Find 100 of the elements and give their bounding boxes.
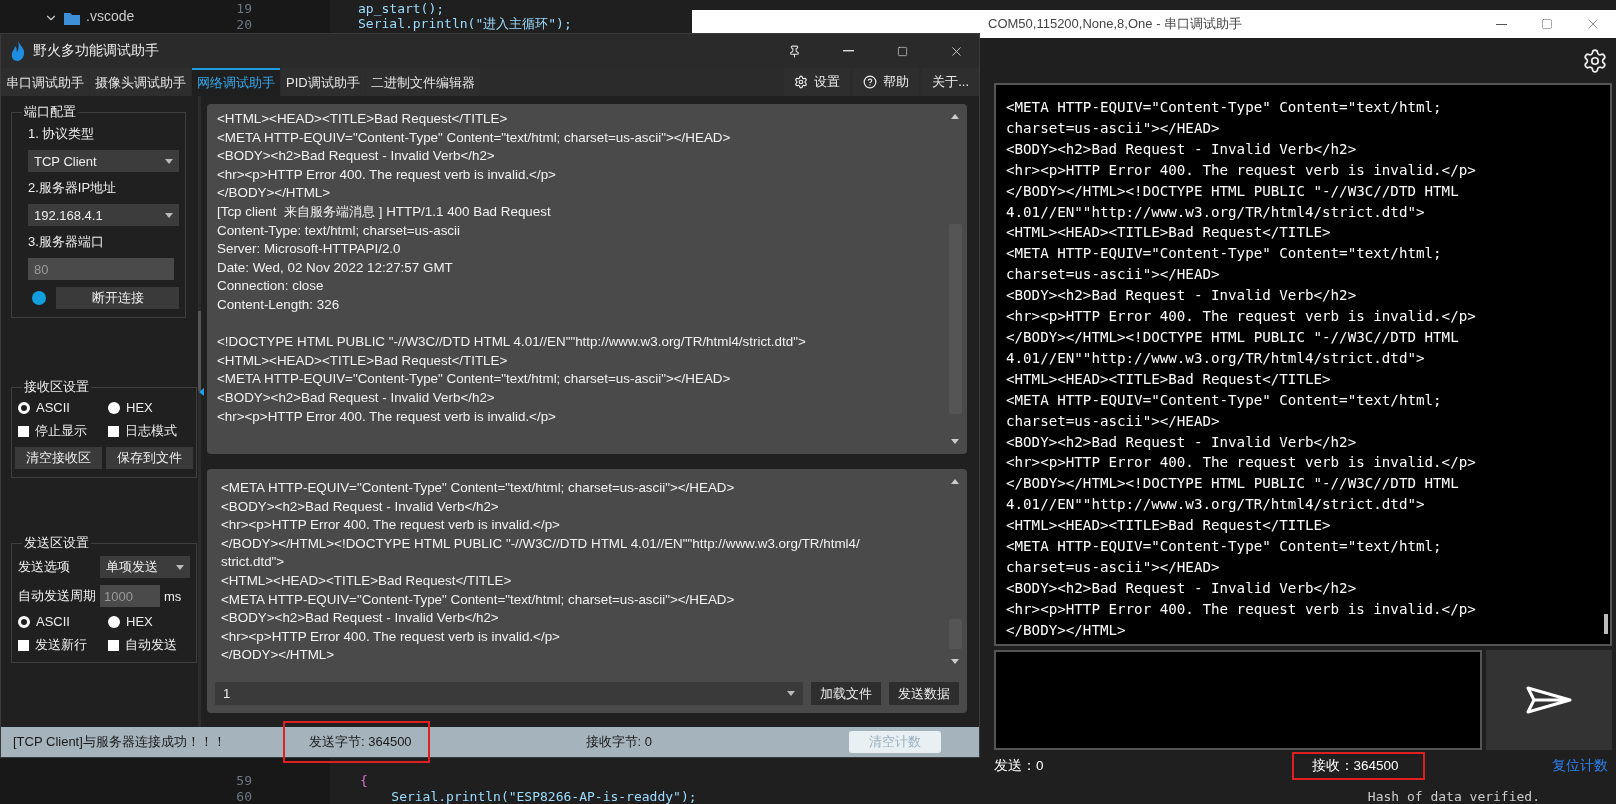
radio-button[interactable] (18, 401, 30, 414)
flame-icon (11, 41, 25, 61)
received-line: charset=us-ascii"></HEAD> (1006, 118, 1221, 138)
sent-bytes: 发送字节: 364500 (283, 721, 430, 763)
received-line: <BODY><h2>Bad Request - Invalid Verb</h2> (217, 388, 496, 407)
option-label: 日志模式 (125, 422, 177, 440)
help-icon (863, 75, 878, 89)
group-title: 端口配置 (23, 103, 77, 121)
received-line: 4.01//EN""http://www.w3.org/TR/html4/strict.dtd"> (1006, 202, 1426, 222)
radio-button[interactable] (18, 615, 30, 628)
received-line: charset=us-ascii"></HEAD> (1006, 265, 1221, 285)
send-history-dropdown[interactable]: 1 (215, 682, 803, 705)
code-line: Serial.println("进入主循环"); (358, 16, 572, 33)
received-line: <hr><p>HTTP Error 400. The request verb is invalid.</p> (217, 407, 557, 426)
received-line: </BODY></HTML> (217, 184, 332, 203)
line-number: 19 (235, 0, 253, 16)
radio-button[interactable] (108, 615, 120, 628)
send-text-line: <hr><p>HTTP Error 400. The request verb is invalid.</p> (220, 627, 561, 646)
caret-icon (165, 158, 173, 164)
field-label: 发送选项 (18, 558, 70, 576)
checkbox[interactable] (18, 639, 29, 651)
scroll-down-icon[interactable] (951, 439, 959, 444)
option-label: HEX (126, 400, 153, 415)
send-action-button[interactable]: 发送数据 (889, 682, 959, 705)
protocol-dropdown[interactable]: TCP Client (28, 150, 179, 172)
scrollbar-thumb[interactable] (198, 311, 201, 391)
code-line: ap_start(); (358, 0, 445, 16)
checkbox[interactable] (18, 425, 29, 437)
option-label: ASCII (36, 400, 70, 415)
status-message: [TCP Client]与服务器连接成功！！！ (13, 733, 227, 751)
group-title: 接收区设置 (23, 378, 90, 396)
group-title: 发送区设置 (23, 534, 90, 552)
send-input-field[interactable] (994, 650, 1482, 750)
received-line: <META HTTP-EQUIV="Content-Type" Content="text/html; (1006, 537, 1443, 557)
folder-name[interactable]: .vscode (86, 8, 135, 24)
maximize-icon (1541, 18, 1553, 30)
collapse-arrow-icon[interactable] (199, 388, 204, 396)
scroll-up-icon[interactable] (951, 479, 959, 484)
settings-button[interactable] (1582, 47, 1608, 74)
received-line: <META HTTP-EQUIV="Content-Type" Content="text/html; (1006, 98, 1443, 117)
ip-dropdown[interactable]: 192.168.4.1 (28, 204, 179, 226)
field-label: 自动发送周期 (18, 587, 96, 605)
send-button[interactable] (1486, 650, 1612, 750)
code-line: Serial.println("ESP8266-AP-is-readdy"); (390, 788, 697, 804)
received-line: <BODY><h2>Bad Request - Invalid Verb</h2> (1006, 578, 1358, 598)
received-line: <HTML><HEAD><TITLE>Bad Request</TITLE> (217, 110, 509, 128)
received-count: 接收：364500 (1291, 752, 1425, 780)
minimize-icon (1495, 23, 1507, 25)
checkbox[interactable] (108, 639, 119, 651)
received-line: Server: Microsoft-HTTPAPI/2.0 (217, 240, 402, 259)
caret-icon (165, 212, 173, 218)
send-text-line: <HTML><HEAD><TITLE>Bad Request</TITLE> (220, 571, 513, 590)
option-label: HEX (126, 614, 153, 629)
received-line: <hr><p>HTTP Error 400. The request verb is invalid.</p> (1006, 453, 1477, 473)
received-line: <hr><p>HTTP Error 400. The request verb is invalid.</p> (1006, 160, 1477, 180)
send-mode-dropdown[interactable]: 单项发送 (100, 556, 190, 578)
send-action-button[interactable]: 加载文件 (811, 682, 881, 705)
line-number: 59 (235, 772, 253, 788)
received-line: </BODY></HTML><!DOCTYPE HTML PUBLIC "-//W3C//DTD HTML (1006, 474, 1460, 494)
received-line: <BODY><h2>Bad Request - Invalid Verb</h2> (1006, 139, 1358, 159)
code-line: { (360, 772, 368, 788)
reset-count-link[interactable]: 复位计数 (1552, 757, 1608, 775)
received-line: <META HTTP-EQUIV="Content-Type" Content="text/html; charset=us-ascii"></HEAD> (217, 128, 732, 147)
radio-button[interactable] (108, 401, 120, 414)
received-line: charset=us-ascii"></HEAD> (1006, 411, 1221, 431)
send-text-line: <BODY><h2>Bad Request - Invalid Verb</h2> (220, 497, 500, 516)
received-line: <HTML><HEAD><TITLE>Bad Request</TITLE> (1006, 516, 1332, 536)
disconnect-button[interactable]: 断开连接 (56, 287, 179, 309)
option-label: ASCII (36, 614, 70, 629)
received-line: <HTML><HEAD><TITLE>Bad Request</TITLE> (217, 351, 509, 370)
send-text-line: </BODY></HTML> (220, 646, 336, 665)
terminal-output: Hash of data verified. (1367, 789, 1540, 804)
received-line: </BODY></HTML> (1006, 620, 1127, 640)
folder-icon (64, 11, 80, 25)
scroll-up-icon[interactable] (951, 114, 959, 119)
received-bytes: 接收字节: 0 (584, 733, 654, 751)
option-label: 停止显示 (35, 422, 87, 440)
checkbox[interactable] (108, 425, 119, 437)
field-label: 1. 协议类型 (27, 125, 96, 143)
received-line: </BODY></HTML><!DOCTYPE HTML PUBLIC "-//W3C//DTD HTML (1006, 327, 1460, 347)
send-text-line: <META HTTP-EQUIV="Content-Type" Content="text/html; charset=us-ascii"></HEAD> (220, 590, 736, 609)
field-label: 3.服务器端口 (27, 233, 105, 251)
panel-button[interactable]: 保存到文件 (106, 447, 193, 469)
panel-button[interactable]: 清空接收区 (15, 447, 102, 469)
maximize-icon (896, 45, 908, 57)
received-line: Content-Length: 326 (217, 295, 341, 314)
send-text-line: </BODY></HTML><!DOCTYPE HTML PUBLIC "-//W3C//DTD HTML 4.01//EN""http://www.w3.org/TR/html4/ (220, 534, 861, 553)
received-line: <HTML><HEAD><TITLE>Bad Request</TITLE> (1006, 369, 1332, 389)
sent-count: 发送：0 (993, 757, 1045, 775)
tab[interactable]: 网络调试助手 (192, 68, 280, 96)
received-line: <META HTTP-EQUIV="Content-Type" Content="text/html; charset=us-ascii"></HEAD> (217, 370, 732, 389)
received-line: <META HTTP-EQUIV="Content-Type" Content="text/html; (1006, 390, 1443, 410)
option-label: 自动发送 (125, 636, 177, 654)
pin-icon (787, 44, 801, 58)
scrollbar-thumb[interactable] (1604, 614, 1608, 634)
scroll-down-icon[interactable] (951, 659, 959, 664)
received-line: <BODY><h2>Bad Request - Invalid Verb</h2> (1006, 432, 1358, 452)
received-line: [Tcp client 来自服务端消息 ] HTTP/1.1 400 Bad Request (217, 202, 552, 221)
received-line: 4.01//EN""http://www.w3.org/TR/html4/strict.dtd"> (1006, 348, 1426, 368)
settings-icon (794, 75, 809, 89)
